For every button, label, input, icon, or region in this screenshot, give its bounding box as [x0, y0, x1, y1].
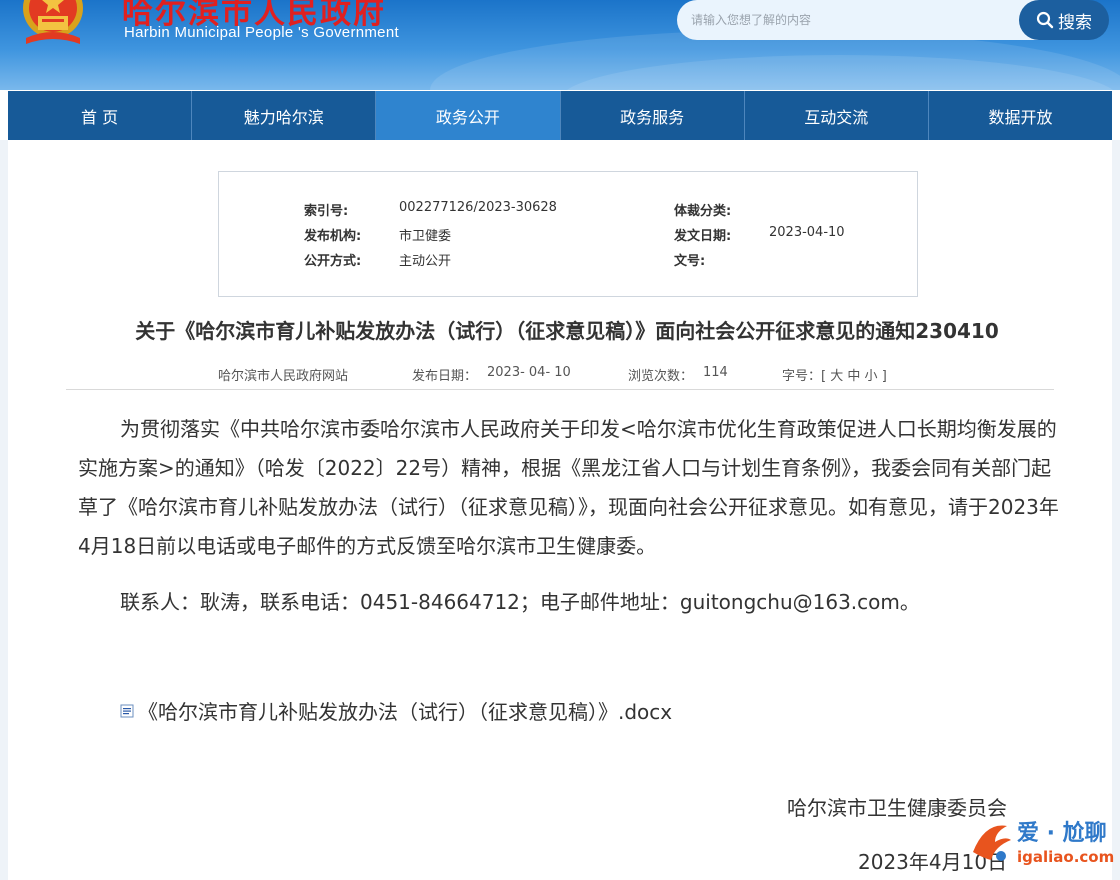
- article-body: 为贯彻落实《中共哈尔滨市委哈尔滨市人民政府关于印发<哈尔滨市优化生育政策促进人口…: [78, 410, 1064, 566]
- index-label: 索引号:: [304, 204, 349, 219]
- font-size-label: 字号：[: [782, 369, 827, 384]
- publish-date: 2023- 04- 10: [487, 365, 571, 380]
- contact-info: 联系人：耿涛，联系电话：0451-84664712；电子邮件地址：guitong…: [120, 590, 920, 614]
- nav-item-open-data[interactable]: 数据开放: [928, 91, 1113, 140]
- search-input[interactable]: [691, 10, 1011, 30]
- nav-item-interaction[interactable]: 互动交流: [744, 91, 929, 140]
- publish-date-label: 发布日期：: [412, 369, 478, 384]
- article-paragraph: 为贯彻落实《中共哈尔滨市委哈尔滨市人民政府关于印发<哈尔滨市优化生育政策促进人口…: [78, 417, 1059, 558]
- national-emblem-icon: [23, 0, 83, 44]
- page-edge: [1112, 140, 1120, 880]
- site-header: 哈尔滨市人民政府 Harbin Municipal People 's Gove…: [0, 0, 1120, 90]
- issue-date-label: 发文日期:: [674, 229, 732, 244]
- font-size-medium-link[interactable]: 中: [847, 369, 860, 384]
- search-button[interactable]: 搜索: [1019, 0, 1109, 40]
- publisher-value: 市卫健委: [399, 229, 452, 244]
- disclosure-value: 主动公开: [399, 254, 452, 269]
- index-value: 002277126/2023-30628: [399, 200, 557, 215]
- font-size-small-link[interactable]: 小: [865, 369, 878, 384]
- issue-date-value: 2023-04-10: [769, 225, 845, 240]
- document-meta-box: 索引号: 002277126/2023-30628 体裁分类: 发布机构: 市卫…: [218, 171, 918, 297]
- attachment-link[interactable]: 《哈尔滨市育儿补贴发放办法（试行）（征求意见稿）》.docx: [120, 696, 672, 725]
- site-watermark-logo: 爱 · 尬聊 igaliao.com: [973, 820, 1114, 866]
- nav-item-charm-harbin[interactable]: 魅力哈尔滨: [192, 91, 377, 140]
- search-button-label: 搜索: [1058, 12, 1092, 33]
- font-size-large-link[interactable]: 大: [830, 369, 843, 384]
- page-edge: [0, 140, 8, 880]
- publisher-label: 发布机构:: [304, 229, 362, 244]
- font-size-control: 字号：[ 大 中 小 ]: [782, 365, 887, 384]
- nav-item-home[interactable]: 首 页: [8, 91, 193, 140]
- nav-item-gov-services[interactable]: 政务服务: [560, 91, 745, 140]
- watermark-text: 爱 · 尬聊: [1017, 820, 1107, 846]
- site-subtitle: Harbin Municipal People 's Government: [124, 24, 399, 41]
- views-label: 浏览次数：: [628, 369, 694, 384]
- article-source: 哈尔滨市人民政府网站: [218, 369, 349, 384]
- search-icon: [1036, 11, 1054, 29]
- main-nav: 首 页 魅力哈尔滨 政务公开 政务服务 互动交流 数据开放: [8, 91, 1113, 140]
- watermark-url: igaliao.com: [1017, 848, 1114, 866]
- search-box: [677, 0, 1077, 40]
- attachment-filename: 《哈尔滨市育儿补贴发放办法（试行）（征求意见稿）》.docx: [138, 700, 673, 724]
- disclosure-label: 公开方式:: [304, 254, 362, 269]
- genre-label: 体裁分类:: [674, 204, 732, 219]
- doc-no-label: 文号:: [674, 254, 706, 269]
- article-title: 关于《哈尔滨市育儿补贴发放办法（试行）（征求意见稿）》面向社会公开征求意见的通知…: [135, 319, 999, 343]
- word-document-icon: [120, 704, 134, 717]
- views-count: 114: [703, 365, 728, 380]
- article-info-bar: 哈尔滨市人民政府网站 发布日期： 2023- 04- 10 浏览次数： 114 …: [66, 362, 1054, 390]
- nav-item-gov-affairs-open[interactable]: 政务公开: [376, 91, 561, 140]
- font-size-close: ]: [881, 369, 887, 384]
